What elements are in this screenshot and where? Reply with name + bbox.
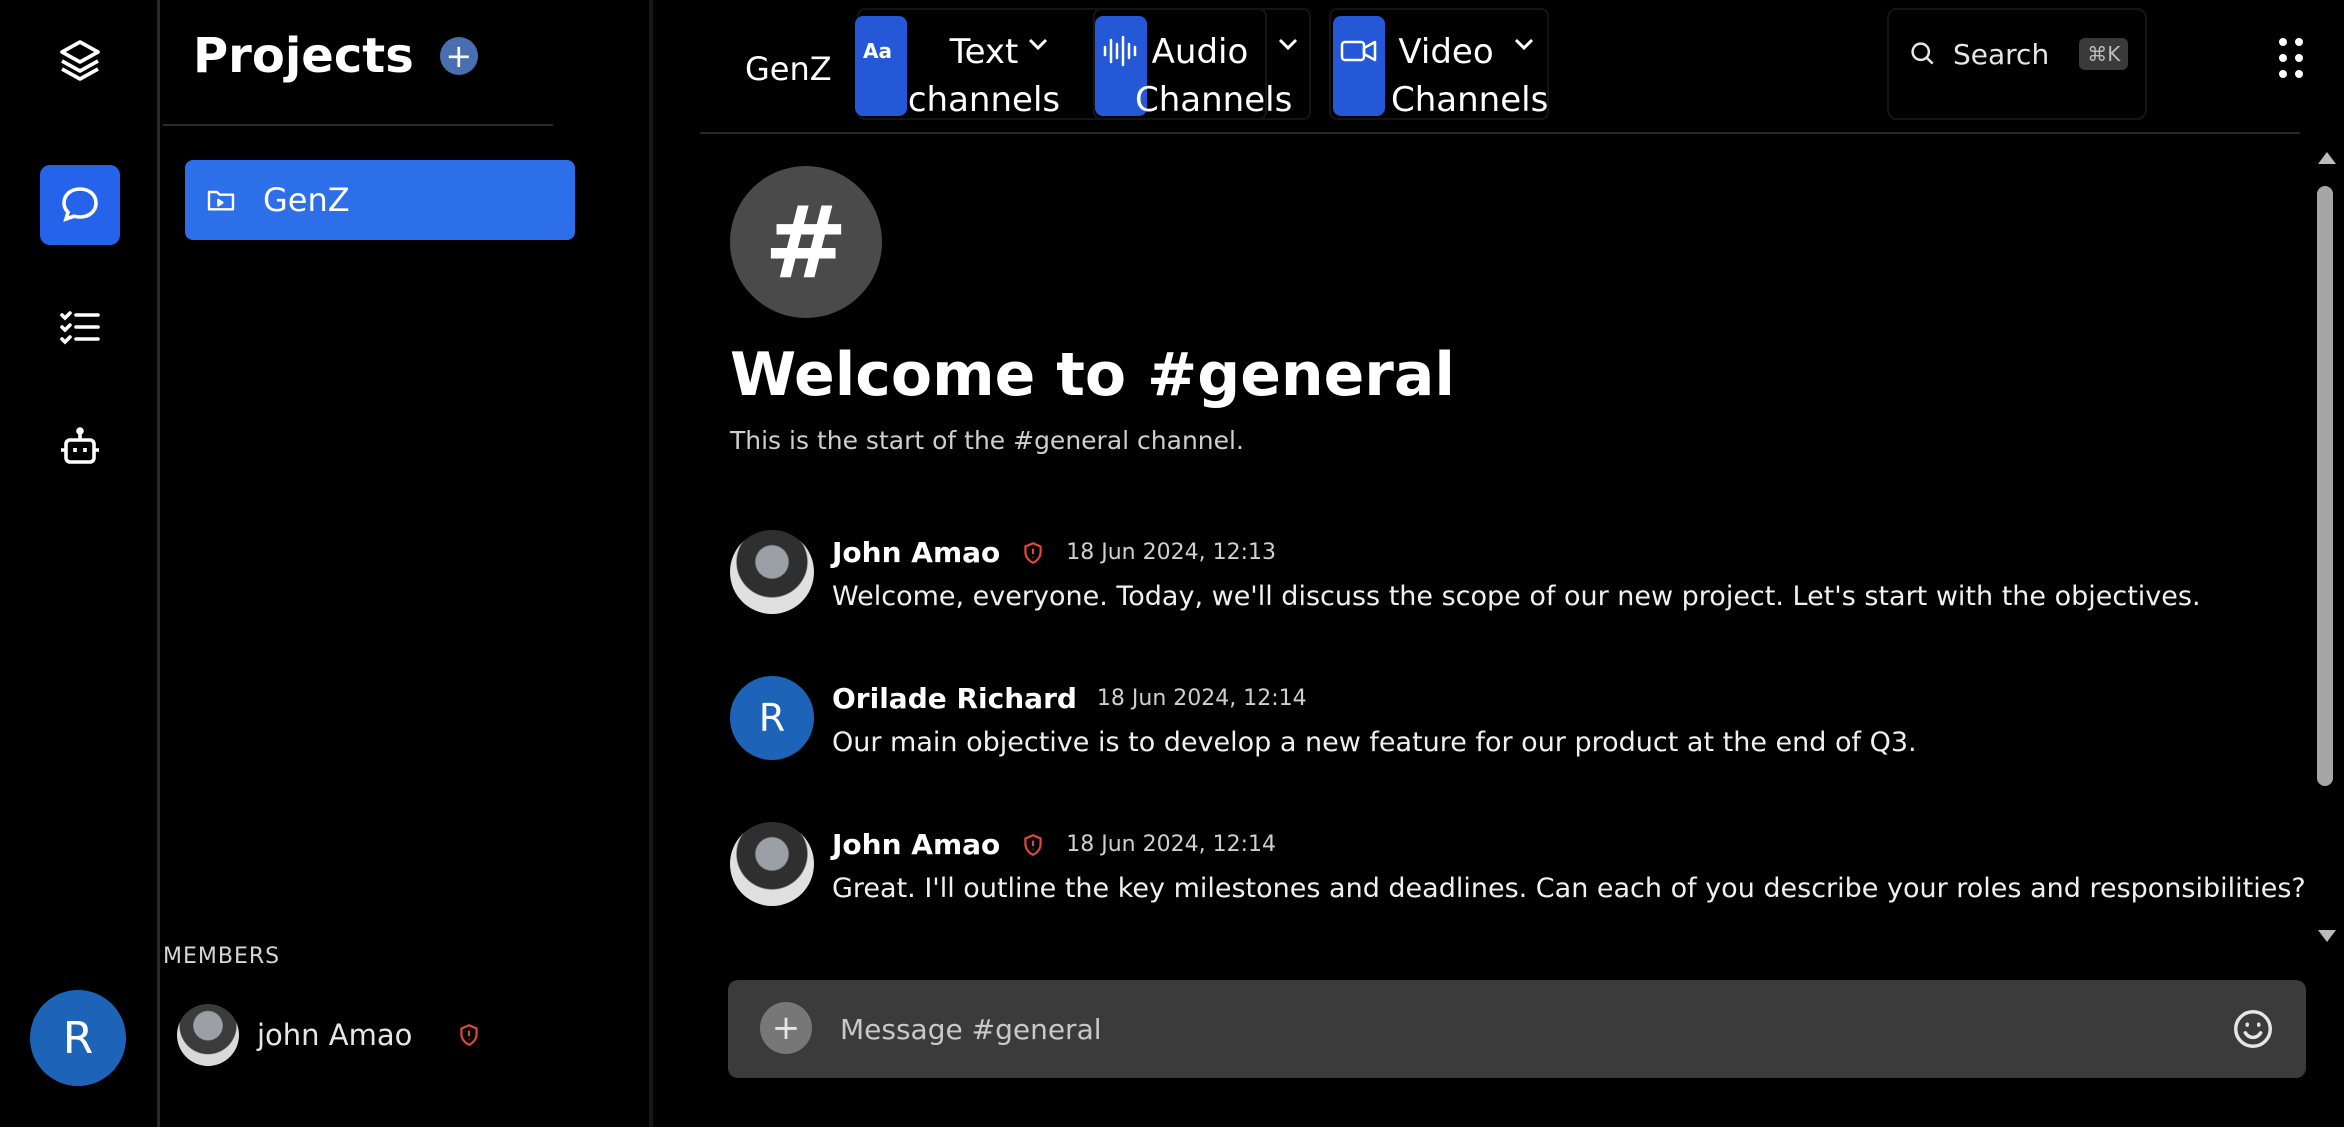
video-camera-icon: [1333, 16, 1385, 116]
hash-channel-icon: #: [730, 166, 882, 318]
audio-channels-dropdown[interactable]: Audio Channels: [1093, 8, 1311, 120]
video-channels-label: Video Channels: [1391, 32, 1549, 120]
admin-shield-icon: [1024, 541, 1042, 564]
top-bar: GenZ Aa Text channels Audio Channels Vid…: [657, 0, 2344, 132]
checklist-icon[interactable]: [40, 287, 120, 367]
chat-area: # Welcome to #general This is the start …: [700, 134, 2315, 974]
message-item: R Orilade Richard 18 Jun 2024, 12:14 Our…: [730, 676, 1917, 760]
admin-shield-icon: [1024, 833, 1042, 856]
message-item: John Amao 18 Jun 2024, 12:14 Great. I'll…: [730, 822, 2306, 906]
user-avatar[interactable]: R: [30, 990, 126, 1086]
layers-icon[interactable]: [40, 20, 120, 100]
message-text: Welcome, everyone. Today, we'll discuss …: [832, 581, 2201, 612]
divider: [163, 124, 553, 126]
chat-scrollbar[interactable]: [2312, 140, 2338, 950]
icon-rail: R: [0, 0, 160, 1127]
search-icon: [1911, 42, 1934, 65]
bot-icon[interactable]: [40, 408, 120, 488]
project-item-label: GenZ: [263, 181, 350, 219]
search-shortcut: ⌘K: [2079, 38, 2129, 70]
add-project-button[interactable]: +: [439, 37, 478, 75]
video-channels-dropdown[interactable]: Video Channels: [1329, 8, 1549, 120]
audio-channels-label: Audio Channels: [1135, 32, 1293, 120]
scroll-thumb[interactable]: [2317, 186, 2333, 786]
channel-welcome-subtitle: This is the start of the #general channe…: [730, 426, 1244, 455]
server-name[interactable]: GenZ: [745, 50, 832, 88]
user-initial: R: [62, 1012, 94, 1064]
message-text: Our main objective is to develop a new f…: [832, 727, 1917, 758]
author-avatar[interactable]: [730, 822, 814, 906]
message-timestamp: 18 Jun 2024, 12:13: [1066, 540, 1276, 565]
message-timestamp: 18 Jun 2024, 12:14: [1096, 686, 1307, 711]
attach-plus-button[interactable]: +: [760, 1002, 812, 1054]
message-item: John Amao 18 Jun 2024, 12:13 Welcome, ev…: [730, 530, 2201, 614]
project-item-genz[interactable]: GenZ: [185, 160, 575, 240]
message-author[interactable]: Orilade Richard: [832, 682, 1077, 715]
grid-dots-icon[interactable]: [2277, 36, 2305, 80]
message-input[interactable]: [840, 1008, 2140, 1050]
channel-welcome-title: Welcome to #general: [730, 340, 1455, 410]
member-avatar: [177, 1004, 239, 1066]
chat-bubble-icon[interactable]: [40, 165, 120, 245]
members-label: MEMBERS: [163, 944, 281, 969]
author-avatar[interactable]: [730, 530, 814, 614]
projects-header: Projects +: [193, 28, 478, 84]
author-initial: R: [758, 696, 786, 740]
search-button[interactable]: Search ⌘K: [1887, 8, 2147, 120]
chevron-down-icon: [1028, 38, 1048, 51]
chevron-down-icon: [1514, 38, 1534, 51]
message-timestamp: 18 Jun 2024, 12:14: [1066, 832, 1276, 857]
message-author[interactable]: John Amao: [832, 828, 1000, 861]
folder-icon: [207, 190, 235, 211]
member-name: john Amao: [257, 1018, 413, 1052]
scroll-up-arrow-icon[interactable]: [2318, 152, 2336, 164]
svg-text:Aa: Aa: [863, 39, 892, 63]
message-author[interactable]: John Amao: [832, 536, 1000, 569]
member-item[interactable]: john Amao: [177, 1004, 482, 1066]
projects-title: Projects: [193, 28, 414, 84]
admin-shield-icon: [460, 1024, 479, 1046]
message-composer: +: [728, 980, 2306, 1078]
search-label: Search: [1953, 38, 2050, 71]
message-text: Great. I'll outline the key milestones a…: [832, 873, 2306, 904]
projects-panel: Projects + GenZ MEMBERS john Amao: [163, 0, 653, 1127]
author-avatar[interactable]: R: [730, 676, 814, 760]
emoji-icon[interactable]: [2230, 1006, 2276, 1052]
scroll-down-arrow-icon[interactable]: [2318, 930, 2336, 942]
chevron-down-icon: [1278, 38, 1298, 51]
